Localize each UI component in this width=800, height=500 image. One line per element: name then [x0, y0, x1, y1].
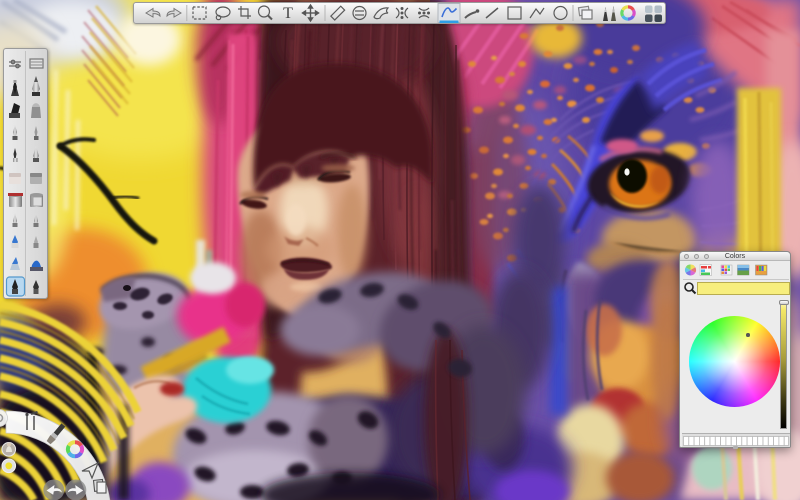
svg-text:T: T — [283, 5, 293, 22]
